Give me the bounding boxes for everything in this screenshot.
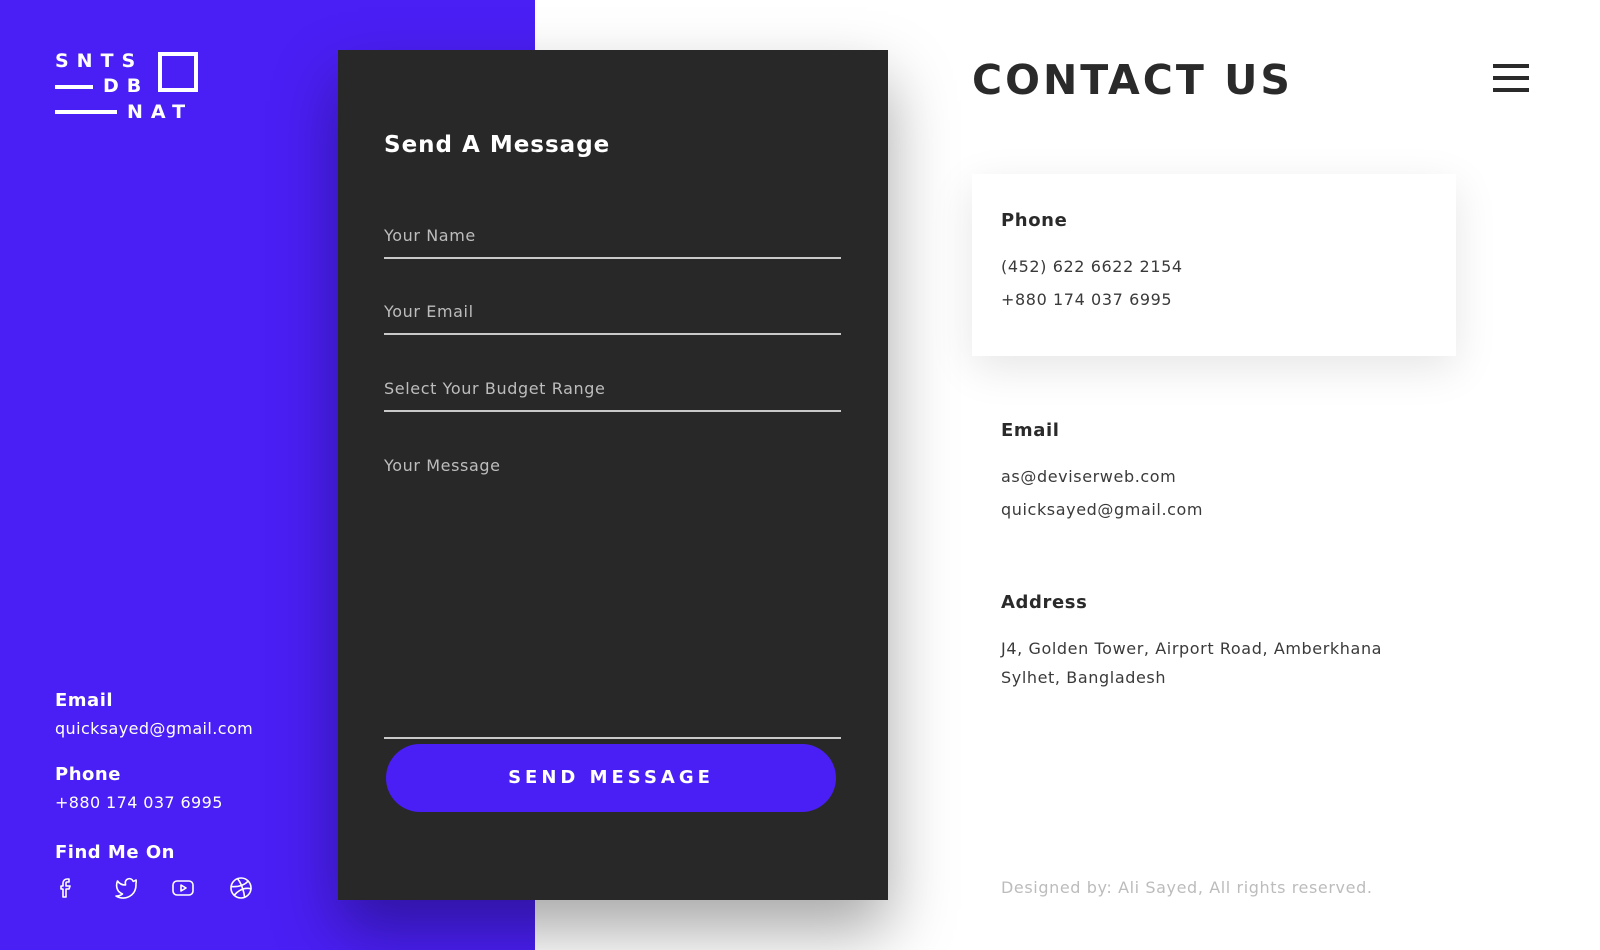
contact-address-line-2: Sylhet, Bangladesh	[1001, 668, 1167, 687]
contact-email-block: Email as@deviserweb.com quicksayed@gmail…	[1001, 420, 1203, 519]
message-placeholder: Your Message	[384, 456, 501, 475]
budget-select[interactable]: Select Your Budget Range	[384, 379, 841, 412]
budget-placeholder: Select Your Budget Range	[384, 379, 606, 398]
contact-phone-2[interactable]: +880 174 037 6995	[1001, 290, 1183, 309]
logo[interactable]: SNTS DB NAT	[55, 48, 200, 123]
logo-text-line1: SNTS	[55, 50, 144, 72]
logo-bar-2	[55, 110, 117, 114]
twitter-icon[interactable]	[113, 876, 137, 900]
contact-phone-1[interactable]: (452) 622 6622 2154	[1001, 257, 1183, 276]
sidebar-phone: Phone +880 174 037 6995	[55, 764, 223, 812]
dribbble-icon[interactable]	[229, 876, 253, 900]
menu-icon[interactable]	[1493, 64, 1529, 94]
youtube-icon[interactable]	[171, 876, 195, 900]
sidebar-phone-label: Phone	[55, 764, 121, 785]
contact-email-2[interactable]: quicksayed@gmail.com	[1001, 500, 1203, 519]
logo-text-line2: DB	[103, 75, 150, 97]
logo-square	[158, 52, 198, 92]
sidebar-email-label: Email	[55, 690, 114, 711]
form-title: Send A Message	[384, 132, 611, 158]
contact-phone-label: Phone	[1001, 210, 1068, 231]
menu-bar-1	[1493, 64, 1529, 68]
social-links	[55, 876, 253, 900]
menu-bar-2	[1493, 76, 1529, 80]
contact-email-label: Email	[1001, 420, 1060, 441]
contact-address-label: Address	[1001, 592, 1088, 613]
contact-phone-block: Phone (452) 622 6622 2154 +880 174 037 6…	[1001, 210, 1183, 309]
menu-bar-3	[1493, 88, 1529, 92]
page-title: CONTACT US	[972, 56, 1293, 104]
email-field[interactable]: Your Email	[384, 302, 841, 335]
contact-form-card: Send A Message Your Name Your Email Sele…	[338, 50, 888, 900]
logo-text-line3: NAT	[127, 101, 194, 123]
contact-address-line-1: J4, Golden Tower, Airport Road, Amberkha…	[1001, 639, 1383, 658]
contact-address-block: Address J4, Golden Tower, Airport Road, …	[1001, 592, 1382, 687]
facebook-icon[interactable]	[55, 876, 79, 900]
sidebar-find-me: Find Me On	[55, 842, 175, 863]
email-placeholder: Your Email	[384, 302, 474, 321]
footer-credit: Designed by: Ali Sayed, All rights reser…	[1001, 878, 1373, 897]
sidebar-find-label: Find Me On	[55, 842, 175, 863]
sidebar-phone-value[interactable]: +880 174 037 6995	[55, 793, 223, 812]
name-field[interactable]: Your Name	[384, 226, 841, 259]
contact-email-1[interactable]: as@deviserweb.com	[1001, 467, 1203, 486]
send-message-button[interactable]: SEND MESSAGE	[386, 744, 836, 812]
message-textarea[interactable]: Your Message	[384, 456, 841, 739]
logo-bar-1	[55, 85, 93, 89]
sidebar-email: Email quicksayed@gmail.com	[55, 690, 253, 738]
name-placeholder: Your Name	[384, 226, 476, 245]
sidebar-email-value[interactable]: quicksayed@gmail.com	[55, 719, 253, 738]
